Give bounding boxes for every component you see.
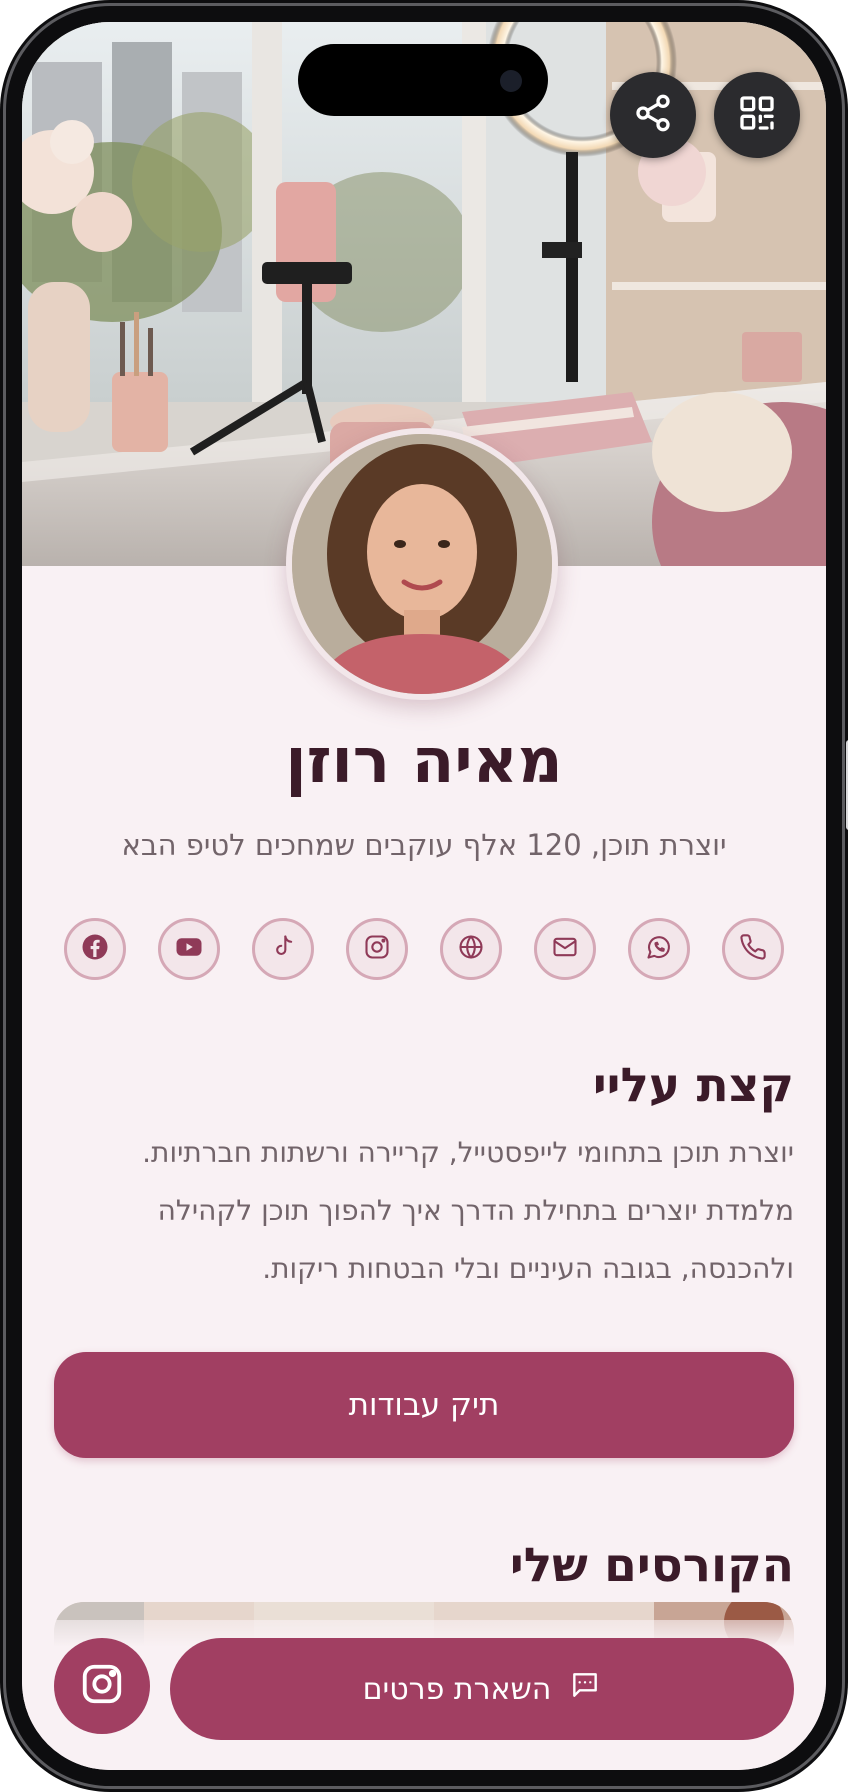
tiktok-icon [269,933,297,965]
about-heading: קצת עליי [592,1058,794,1113]
phone-frame: מאיה רוזן יוצרת תוכן, 120 אלף עוקבים שמח… [0,0,848,1792]
screen: מאיה רוזן יוצרת תוכן, 120 אלף עוקבים שמח… [22,22,826,1770]
instagram-fab[interactable] [54,1638,150,1734]
whatsapp-icon [645,933,673,965]
website-button[interactable] [440,918,502,980]
about-text: יוצרת תוכן בתחומי לייפסטייל, קריירה ורשת… [142,1136,794,1285]
chat-icon [569,1669,601,1709]
leave-details-label: השארת פרטים [362,1671,552,1707]
avatar [286,428,558,700]
qr-code-icon [737,93,777,137]
share-icon [633,93,673,137]
camera-dot [500,70,522,92]
youtube-button[interactable] [158,918,220,980]
globe-icon [457,933,485,965]
facebook-icon [80,932,110,966]
phone-icon [739,933,767,965]
instagram-icon [363,933,391,965]
courses-heading: הקורסים שלי [509,1538,794,1593]
tiktok-button[interactable] [252,918,314,980]
phone-button[interactable] [722,918,784,980]
portfolio-button[interactable]: תיק עבודות [54,1352,794,1458]
instagram-icon [79,1661,125,1711]
profile-name: מאיה רוזן [285,724,563,797]
mail-button[interactable] [534,918,596,980]
whatsapp-button[interactable] [628,918,690,980]
mail-icon [551,933,579,965]
dynamic-island [298,44,548,116]
instagram-button[interactable] [346,918,408,980]
leave-details-button[interactable]: השארת פרטים [170,1638,794,1740]
qr-code-button[interactable] [714,72,800,158]
profile-tagline: יוצרת תוכן, 120 אלף עוקבים שמחכים לטיפ ה… [121,828,727,862]
facebook-button[interactable] [64,918,126,980]
share-button[interactable] [610,72,696,158]
youtube-icon [174,932,204,966]
social-links [64,918,784,980]
